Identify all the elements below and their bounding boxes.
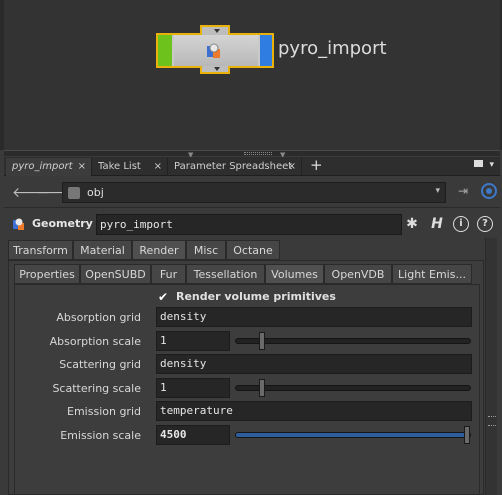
absorption-scale-slider[interactable] [235, 332, 471, 350]
tab-label: Parameter Spreadsheet [174, 161, 293, 172]
scattering-scale-label: Scattering scale [52, 382, 141, 395]
slider-fill [236, 386, 259, 390]
tab-tessellation[interactable]: Tessellation [186, 264, 265, 284]
scrollbar-grip[interactable] [488, 416, 496, 426]
tab-parameter-spreadsheet[interactable]: Parameter Spreadsheet × [168, 158, 302, 176]
splitter-grip[interactable] [244, 152, 272, 155]
tab-pyro-import[interactable]: pyro_import × [6, 158, 92, 176]
node-name-label: pyro_import [278, 38, 387, 59]
info-icon[interactable]: i [453, 216, 469, 232]
emission-grid-field[interactable]: temperature [156, 401, 472, 421]
maximize-pane-icon[interactable] [474, 160, 484, 167]
render-volume-primitives-checkbox[interactable]: ✔ [158, 291, 170, 303]
display-flag[interactable] [260, 35, 272, 66]
scattering-scale-slider[interactable] [235, 379, 471, 397]
tab-volumes[interactable]: Volumes [265, 264, 324, 284]
absorption-grid-label: Absorption grid [56, 311, 141, 324]
tab-fur[interactable]: Fur [151, 264, 186, 284]
tab-misc[interactable]: Misc [186, 240, 226, 260]
tab-light-emission[interactable]: Light Emis... [392, 264, 472, 284]
close-tab-icon[interactable]: × [288, 158, 296, 175]
slider-fill [236, 339, 259, 343]
node-output-connector[interactable] [200, 66, 230, 74]
path-text: obj [87, 186, 104, 199]
emission-scale-label: Emission scale [60, 429, 141, 442]
parameter-scrollbar[interactable] [485, 238, 497, 495]
tab-octane[interactable]: Octane [226, 240, 280, 260]
network-view[interactable]: pyro_import [0, 0, 502, 150]
pyro-import-node[interactable] [156, 25, 274, 74]
emission-grid-label: Emission grid [67, 405, 141, 418]
slider-handle[interactable] [464, 426, 470, 444]
close-tab-icon[interactable]: × [154, 158, 162, 175]
scattering-grid-field[interactable]: density [156, 354, 472, 374]
tab-label: pyro_import [12, 161, 73, 172]
parameter-header: Geometry pyro_import ✱ H i ? [4, 210, 500, 238]
geometry-node-icon [207, 43, 220, 58]
tab-transform[interactable]: Transform [8, 240, 73, 260]
tab-opensubd[interactable]: OpenSUBD [80, 264, 151, 284]
emission-scale-slider[interactable] [235, 426, 471, 444]
gear-icon[interactable]: ✱ [404, 216, 420, 232]
node-input-connector[interactable] [200, 25, 230, 35]
close-tab-icon[interactable]: × [78, 158, 86, 175]
link-target-icon[interactable] [481, 183, 497, 199]
absorption-scale-label: Absorption scale [49, 335, 141, 348]
tab-openvdb[interactable]: OpenVDB [324, 264, 392, 284]
obj-context-icon [68, 187, 80, 199]
emission-scale-field[interactable]: 4500 [156, 425, 230, 445]
tab-material[interactable]: Material [73, 240, 132, 260]
slider-fill [236, 433, 470, 437]
slider-handle[interactable] [258, 332, 265, 350]
scattering-grid-label: Scattering grid [59, 358, 141, 371]
absorption-grid-field[interactable]: density [156, 307, 472, 327]
tab-take-list[interactable]: Take List × [92, 158, 168, 176]
add-tab-button[interactable]: + [310, 156, 323, 174]
pin-icon[interactable]: ⇥ [458, 184, 474, 200]
pane-tab-bar: pyro_import × Take List × Parameter Spre… [4, 156, 500, 176]
node-type-label: Geometry [32, 217, 93, 230]
tab-properties[interactable]: Properties [14, 264, 80, 284]
node-name-field[interactable]: pyro_import [96, 214, 402, 235]
slider-handle[interactable] [258, 379, 265, 397]
scattering-scale-field[interactable]: 1 [156, 378, 230, 398]
path-dropdown-icon[interactable]: ▾ [435, 186, 440, 196]
network-path-field[interactable]: obj ▾ [62, 182, 446, 203]
pane-menu-arrow-icon[interactable]: ▾ [489, 160, 494, 170]
tab-render[interactable]: Render [132, 240, 186, 260]
pane-menu[interactable]: ▾ [474, 160, 494, 170]
render-volume-primitives-label: Render volume primitives [176, 290, 336, 303]
geometry-type-icon [13, 218, 24, 230]
tab-label: Take List [98, 161, 141, 172]
help-question-icon[interactable]: ? [477, 216, 493, 232]
houdini-help-icon[interactable]: H [429, 216, 445, 232]
render-flag[interactable] [158, 35, 172, 66]
pane-splitter[interactable]: ▼ ▼ [4, 150, 500, 159]
absorption-scale-field[interactable]: 1 [156, 331, 230, 351]
path-bar: 🡐 🡒 obj ▾ ⇥ [4, 177, 500, 208]
